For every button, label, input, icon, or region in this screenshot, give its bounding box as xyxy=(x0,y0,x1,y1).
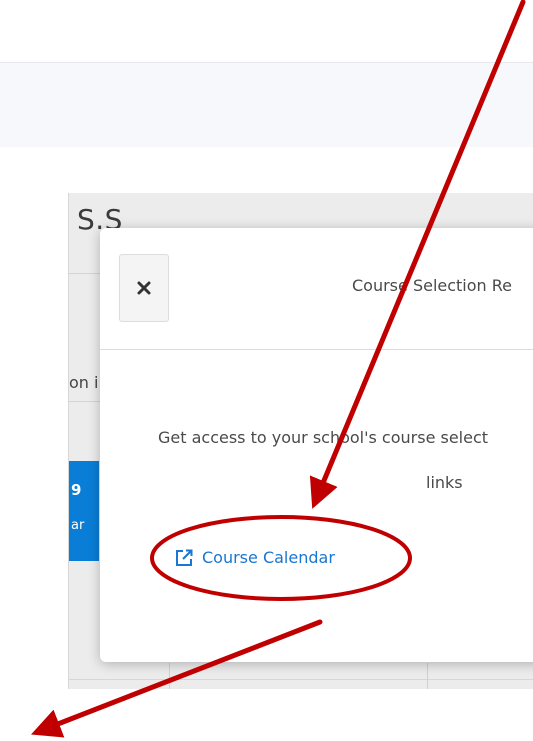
close-button[interactable] xyxy=(119,254,169,322)
background-row-text: on i xyxy=(69,373,99,392)
course-calendar-label: Course Calendar xyxy=(202,548,335,567)
page: S.S on i 9 ar Course Selection Re Get ac… xyxy=(0,0,533,741)
top-band xyxy=(0,62,533,147)
modal-description: Get access to your school's course selec… xyxy=(158,428,489,447)
close-x-icon xyxy=(137,281,151,295)
cell-number: 9 xyxy=(71,481,82,499)
divider xyxy=(427,663,428,689)
cell-sub: ar xyxy=(71,518,85,533)
course-calendar-link[interactable]: Course Calendar xyxy=(175,548,335,567)
modal-title: Course Selection Re xyxy=(352,276,513,295)
modal-description-cont: links xyxy=(426,473,463,492)
course-selection-modal: Course Selection Re Get access to your s… xyxy=(100,228,533,662)
modal-divider xyxy=(100,349,533,350)
divider xyxy=(69,679,533,680)
background-blue-cell: 9 ar xyxy=(69,461,99,561)
divider xyxy=(169,663,170,689)
external-link-icon xyxy=(175,549,193,567)
